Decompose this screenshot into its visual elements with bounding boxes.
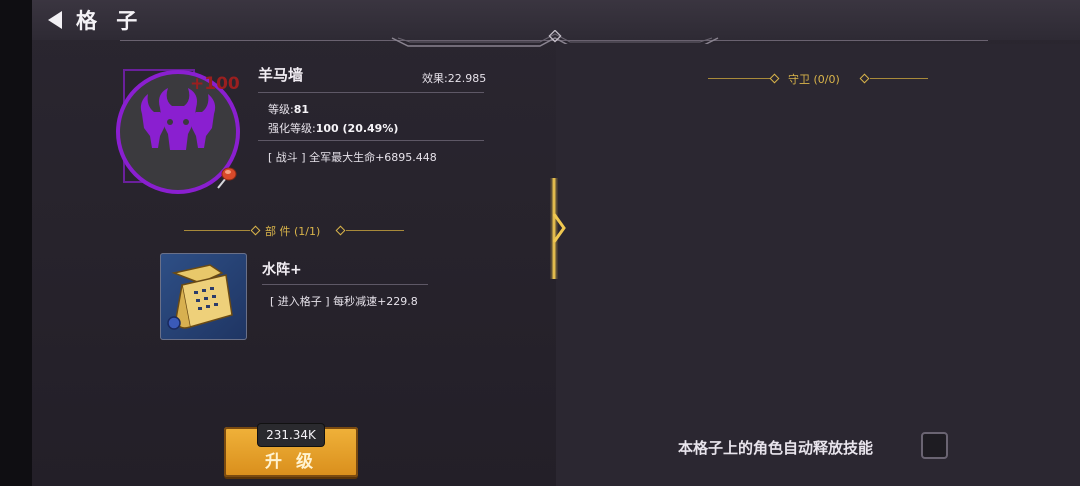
- guard-line-left: [708, 78, 770, 79]
- effect-value: 效果:22.985: [422, 72, 487, 85]
- left-edge: [0, 0, 32, 486]
- scroll-graphic: [167, 264, 233, 330]
- parts-line-right: [346, 230, 404, 231]
- scroll-item-icon[interactable]: [160, 253, 247, 340]
- parts-line-left: [184, 230, 250, 231]
- panel-divider-chevron-icon: [550, 178, 566, 279]
- back-button[interactable]: 格 子: [48, 6, 143, 34]
- enhance-value: 100 (20.49%): [315, 122, 399, 135]
- page-title: 格 子: [76, 9, 144, 33]
- item-name: 羊马墙: [258, 66, 304, 84]
- part-name: 水阵+: [262, 262, 302, 278]
- upgrade-cost: 231.34K: [258, 424, 324, 446]
- level-label: 等级:: [268, 103, 294, 116]
- info-divider-bottom: [258, 140, 484, 141]
- enhance-label: 强化等级:: [268, 122, 316, 135]
- pushpin-icon[interactable]: [214, 164, 238, 190]
- part-divider: [262, 284, 428, 285]
- guard-title: 守卫 (0/0): [788, 73, 840, 86]
- guard-panel: [556, 44, 1080, 486]
- auto-skill-checkbox[interactable]: [921, 432, 948, 459]
- level-stat: 等级:81: [268, 101, 309, 117]
- info-divider-top: [258, 92, 484, 93]
- back-arrow-icon[interactable]: [48, 11, 62, 29]
- battle-effect: [ 战斗 ] 全军最大生命+6895.448: [268, 151, 437, 164]
- enhance-stat: 强化等级:100 (20.49%): [268, 120, 398, 136]
- parts-title: 部 件 (1/1): [265, 225, 321, 238]
- part-description: [ 进入格子 ] 每秒减速+229.8: [270, 295, 418, 308]
- guard-line-right: [870, 78, 928, 79]
- level-value: 81: [293, 103, 310, 116]
- enhance-badge: +100: [190, 74, 240, 94]
- upgrade-label: 升 级: [265, 452, 317, 472]
- auto-skill-label: 本格子上的角色自动释放技能: [678, 439, 874, 457]
